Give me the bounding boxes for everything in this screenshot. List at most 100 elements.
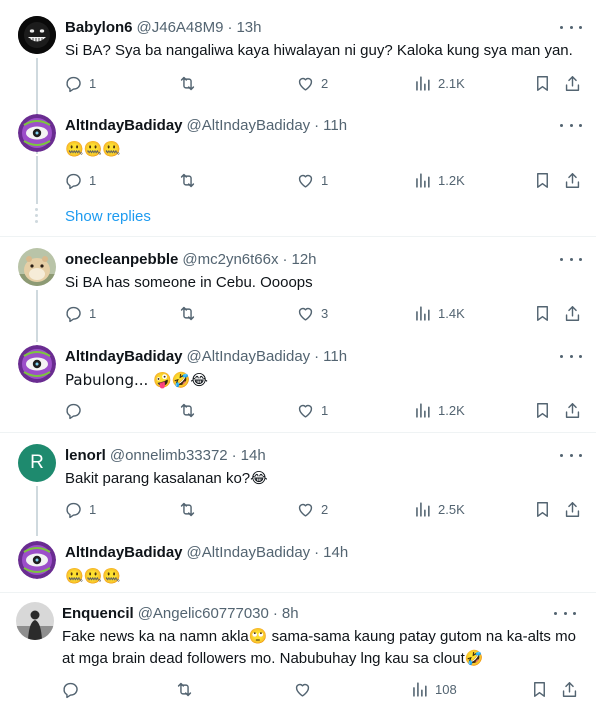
reply-button[interactable] (61, 678, 86, 700)
share-button[interactable] (560, 678, 579, 700)
retweet-button[interactable] (175, 678, 200, 700)
display-name[interactable]: AltIndayBadiday (65, 544, 183, 561)
show-replies-link[interactable]: Show replies (65, 208, 151, 225)
tweet-onecleanpebble[interactable]: onecleanpebble @mc2yn6t66x · 12h Si BA h… (0, 248, 596, 342)
views-button[interactable]: 1.4K (413, 302, 465, 324)
reply-count: 1 (89, 501, 97, 517)
user-handle[interactable]: @AltIndayBadiday (187, 117, 311, 134)
retweet-button[interactable] (178, 72, 203, 94)
views-button[interactable]: 1.2K (413, 399, 465, 421)
share-button[interactable] (563, 169, 582, 191)
tweet-lenorl[interactable]: R lenorl @onnelimb33372 · 14h Bakit para… (0, 444, 596, 536)
avatar[interactable] (16, 602, 54, 640)
views-button[interactable]: 108 (410, 678, 457, 700)
tweet-altindaybadiday[interactable]: AltIndayBadiday @AltIndayBadiday · 11h 🤐… (0, 114, 596, 204)
views-chart-icon (413, 681, 427, 697)
reply-button[interactable]: 1 (64, 169, 96, 191)
tweet-actions: 1 2 2.5K (60, 498, 588, 520)
retweet-button[interactable] (178, 399, 203, 421)
user-handle[interactable]: @onnelimb33372 (110, 447, 228, 464)
avatar[interactable] (18, 248, 56, 286)
like-button[interactable]: 3 (296, 302, 328, 324)
more-options-icon[interactable] (560, 347, 582, 365)
share-icon (562, 681, 577, 697)
avatar[interactable] (18, 16, 56, 54)
view-count: 1.2K (438, 402, 465, 418)
bookmark-button[interactable] (533, 72, 552, 94)
timestamp[interactable]: 13h (236, 19, 261, 36)
bookmark-button[interactable] (533, 302, 552, 324)
share-button[interactable] (563, 72, 582, 94)
avatar[interactable] (18, 114, 56, 152)
divider (0, 432, 596, 433)
display-name[interactable]: lenorl (65, 447, 106, 464)
like-button[interactable] (293, 678, 318, 700)
like-button[interactable]: 2 (296, 498, 328, 520)
tweet-header: Enquencil @Angelic60777030 · 8h (62, 602, 299, 624)
avatar[interactable]: R (18, 444, 56, 482)
user-handle[interactable]: @AltIndayBadiday (187, 348, 311, 365)
like-button[interactable]: 2 (296, 72, 328, 94)
avatar[interactable] (18, 345, 56, 383)
tweet-actions: 1 3 1.4K (60, 302, 588, 324)
user-handle[interactable]: @AltIndayBadiday (187, 544, 311, 561)
tweet-header: lenorl @onnelimb33372 · 14h (65, 444, 266, 466)
views-button[interactable]: 2.5K (413, 498, 465, 520)
more-options-icon[interactable] (560, 250, 582, 268)
timestamp[interactable]: 14h (241, 447, 266, 464)
retweet-button[interactable] (178, 498, 203, 520)
retweet-button[interactable] (178, 169, 203, 191)
user-handle[interactable]: @J46A48M9 (137, 19, 224, 36)
retweet-button[interactable] (178, 302, 203, 324)
bookmark-button[interactable] (533, 498, 552, 520)
user-handle[interactable]: @Angelic60777030 (138, 605, 269, 622)
bookmark-icon (537, 75, 548, 91)
reply-button[interactable]: 1 (64, 72, 96, 94)
retweet-icon (180, 502, 195, 516)
share-icon (565, 172, 580, 188)
heart-icon (298, 307, 313, 321)
user-handle[interactable]: @mc2yn6t66x (182, 251, 278, 268)
like-count: 1 (321, 172, 329, 188)
display-name[interactable]: AltIndayBadiday (65, 117, 183, 134)
more-options-icon[interactable] (554, 604, 576, 622)
share-button[interactable] (563, 498, 582, 520)
timestamp[interactable]: 11h (323, 117, 347, 134)
reply-button[interactable] (64, 399, 89, 421)
tweet-actions: 1 1 1.2K (60, 169, 588, 191)
views-button[interactable]: 1.2K (413, 169, 465, 191)
share-button[interactable] (563, 399, 582, 421)
reply-button[interactable]: 1 (64, 498, 96, 520)
reply-feed: Babylon6 @J46A48M9 · 13h Si BA? Sya ba n… (0, 0, 596, 706)
tweet-altindaybadiday[interactable]: AltIndayBadiday @AltIndayBadiday · 11h P… (0, 345, 596, 425)
reply-button[interactable]: 1 (64, 302, 96, 324)
display-name[interactable]: Babylon6 (65, 19, 133, 36)
share-button[interactable] (563, 302, 582, 324)
timestamp[interactable]: 11h (323, 348, 347, 365)
display-name[interactable]: Enquencil (62, 605, 134, 622)
tweet-altindaybadiday[interactable]: AltIndayBadiday @AltIndayBadiday · 14h 🤐… (0, 541, 596, 591)
more-options-icon[interactable] (560, 116, 582, 134)
like-button[interactable]: 1 (296, 399, 328, 421)
timestamp[interactable]: 8h (282, 605, 299, 622)
tweet-enquencil[interactable]: Enquencil @Angelic60777030 · 8h Fake new… (0, 602, 596, 702)
more-options-icon[interactable] (560, 446, 582, 464)
share-icon (565, 75, 580, 91)
reply-icon (66, 173, 81, 189)
more-options-icon[interactable] (560, 18, 582, 36)
reply-count: 1 (89, 172, 97, 188)
bookmark-button[interactable] (533, 399, 552, 421)
tweet-header: AltIndayBadiday @AltIndayBadiday · 14h (65, 541, 348, 563)
like-button[interactable]: 1 (296, 169, 328, 191)
timestamp[interactable]: 12h (291, 251, 316, 268)
bookmark-button[interactable] (533, 169, 552, 191)
display-name[interactable]: AltIndayBadiday (65, 348, 183, 365)
tweet-babylon6[interactable]: Babylon6 @J46A48M9 · 13h Si BA? Sya ba n… (0, 16, 596, 154)
views-button[interactable]: 2.1K (413, 72, 465, 94)
thread-line (36, 486, 38, 536)
heart-icon (298, 503, 313, 517)
display-name[interactable]: onecleanpebble (65, 251, 178, 268)
bookmark-button[interactable] (530, 678, 549, 700)
avatar[interactable] (18, 541, 56, 579)
timestamp[interactable]: 14h (323, 544, 348, 561)
